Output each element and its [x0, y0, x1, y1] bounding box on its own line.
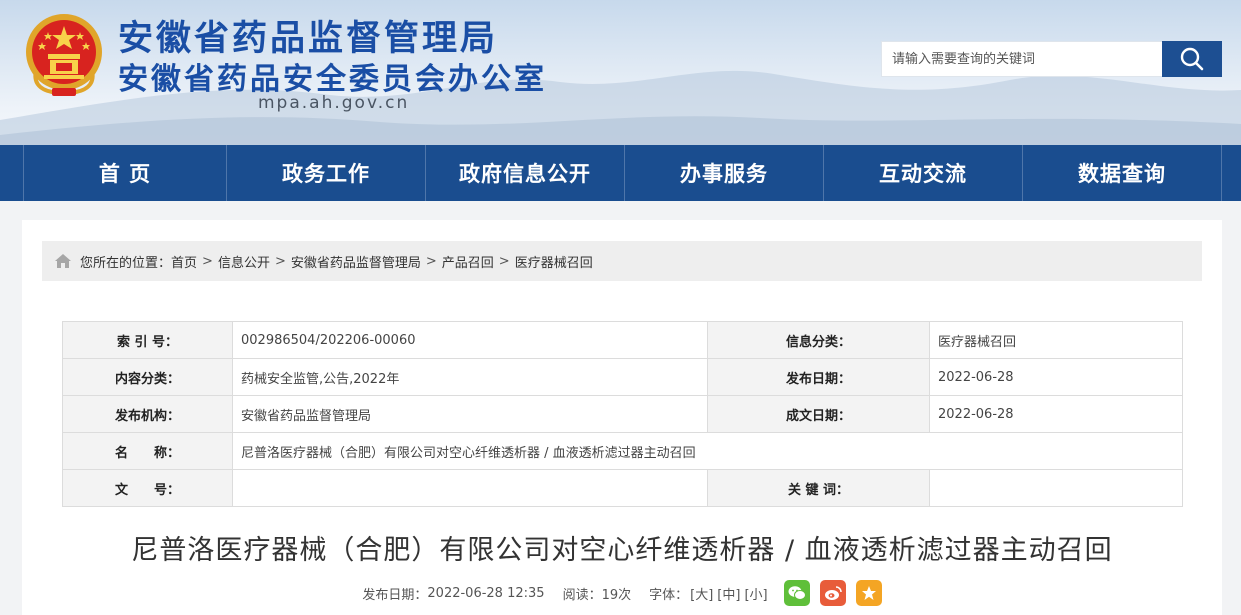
- table-row: 索 引 号： 002986504/202206-00060 信息分类： 医疗器械…: [62, 321, 1183, 359]
- publish-date-label: 发布日期：: [707, 358, 930, 396]
- share-wechat-button[interactable]: [783, 580, 810, 606]
- nav-item-home[interactable]: 首 页: [23, 145, 226, 201]
- breadcrumb: 您所在的位置： 首页 > 信息公开 > 安徽省药品监督管理局 > 产品召回 > …: [42, 241, 1202, 281]
- content-type-value: 药械安全监管,公告,2022年: [232, 358, 708, 396]
- content-panel: 您所在的位置： 首页 > 信息公开 > 安徽省药品监督管理局 > 产品召回 > …: [22, 220, 1222, 615]
- breadcrumb-separator: >: [498, 253, 510, 269]
- index-number-label: 索 引 号：: [62, 321, 233, 359]
- breadcrumb-separator: >: [202, 253, 213, 269]
- publish-datetime-prefix: 发布日期：: [362, 587, 428, 603]
- font-size-large-button[interactable]: [大]: [690, 584, 713, 603]
- keywords-value: [929, 469, 1183, 507]
- table-row: 名 称： 尼普洛医疗器械（合肥）有限公司对空心纤维透析器 / 血液透析滤过器主动…: [62, 432, 1183, 470]
- document-name-value: 尼普洛医疗器械（合肥）有限公司对空心纤维透析器 / 血液透析滤过器主动召回: [232, 432, 1183, 470]
- breadcrumb-bureau[interactable]: 安徽省药品监督管理局: [291, 252, 421, 271]
- nav-item-data-query[interactable]: 数据查询: [1022, 145, 1222, 201]
- font-size-medium-button[interactable]: [中]: [717, 584, 740, 603]
- content-type-label: 内容分类：: [62, 358, 233, 396]
- publish-date-value: 2022-06-28: [929, 358, 1183, 396]
- breadcrumb-info-disclosure[interactable]: 信息公开: [218, 252, 270, 271]
- main-nav: 首 页 政务工作 政府信息公开 办事服务 互动交流 数据查询: [0, 145, 1241, 201]
- read-count: 19次: [601, 587, 632, 603]
- table-row: 发布机构： 安徽省药品监督管理局 成文日期： 2022-06-28: [62, 395, 1183, 433]
- font-size-small-button[interactable]: [小]: [744, 584, 767, 603]
- weibo-icon: [824, 586, 842, 600]
- created-date-value: 2022-06-28: [929, 395, 1183, 433]
- breadcrumb-prefix: 您所在的位置：: [80, 255, 172, 271]
- nav-item-information-disclosure[interactable]: 政府信息公开: [425, 145, 624, 201]
- breadcrumb-separator: >: [274, 253, 286, 269]
- index-number-value: 002986504/202206-00060: [232, 321, 708, 359]
- info-category-value: 医疗器械召回: [929, 321, 1183, 359]
- info-category-label: 信息分类：: [707, 321, 930, 359]
- nav-item-government-affairs[interactable]: 政务工作: [226, 145, 425, 201]
- site-header: 安徽省药品监督管理局 安徽省药品安全委员会办公室 mpa.ah.gov.cn: [0, 0, 1241, 145]
- font-size-prefix: 字体：: [649, 587, 689, 603]
- search-button[interactable]: [1162, 41, 1222, 77]
- breadcrumb-separator: >: [425, 253, 437, 269]
- wechat-icon: [788, 586, 806, 600]
- breadcrumb-device-recall[interactable]: 医疗器械召回: [515, 252, 593, 271]
- favorite-button[interactable]: [855, 580, 882, 606]
- document-name-label: 名 称：: [62, 432, 233, 470]
- table-row: 文 号： 关 键 词：: [62, 469, 1183, 507]
- share-weibo-button[interactable]: [819, 580, 846, 606]
- article-title: 尼普洛医疗器械（合肥）有限公司对空心纤维透析器 / 血液透析滤过器主动召回: [131, 535, 1113, 566]
- table-row: 内容分类： 药械安全监管,公告,2022年 发布日期： 2022-06-28: [62, 358, 1183, 396]
- search-input[interactable]: [882, 42, 1163, 76]
- home-icon: [55, 254, 71, 268]
- site-domain: mpa.ah.gov.cn: [258, 93, 410, 113]
- search-box: [881, 41, 1222, 77]
- breadcrumb-product-recall[interactable]: 产品召回: [442, 252, 494, 271]
- created-date-label: 成文日期：: [707, 395, 930, 433]
- breadcrumb-home[interactable]: 首页: [171, 252, 197, 271]
- national-emblem-icon: [26, 14, 102, 96]
- article-meta: 发布日期： 2022-06-28 12:35 阅读： 19次 字体： [大] […: [22, 578, 1222, 608]
- nav-item-interaction[interactable]: 互动交流: [823, 145, 1022, 201]
- document-number-label: 文 号：: [62, 469, 233, 507]
- nav-item-services[interactable]: 办事服务: [624, 145, 823, 201]
- keywords-label: 关 键 词：: [707, 469, 930, 507]
- document-info-table: 索 引 号： 002986504/202206-00060 信息分类： 医疗器械…: [62, 321, 1183, 507]
- publisher-label: 发布机构：: [62, 395, 233, 433]
- search-icon: [1180, 47, 1204, 71]
- site-title-secondary: 安徽省药品安全委员会办公室: [118, 62, 547, 97]
- star-icon: [861, 586, 876, 600]
- publisher-value: 安徽省药品监督管理局: [232, 395, 708, 433]
- publish-datetime: 2022-06-28 12:35: [427, 585, 545, 601]
- document-number-value: [232, 469, 708, 507]
- read-count-prefix: 阅读：: [562, 587, 602, 603]
